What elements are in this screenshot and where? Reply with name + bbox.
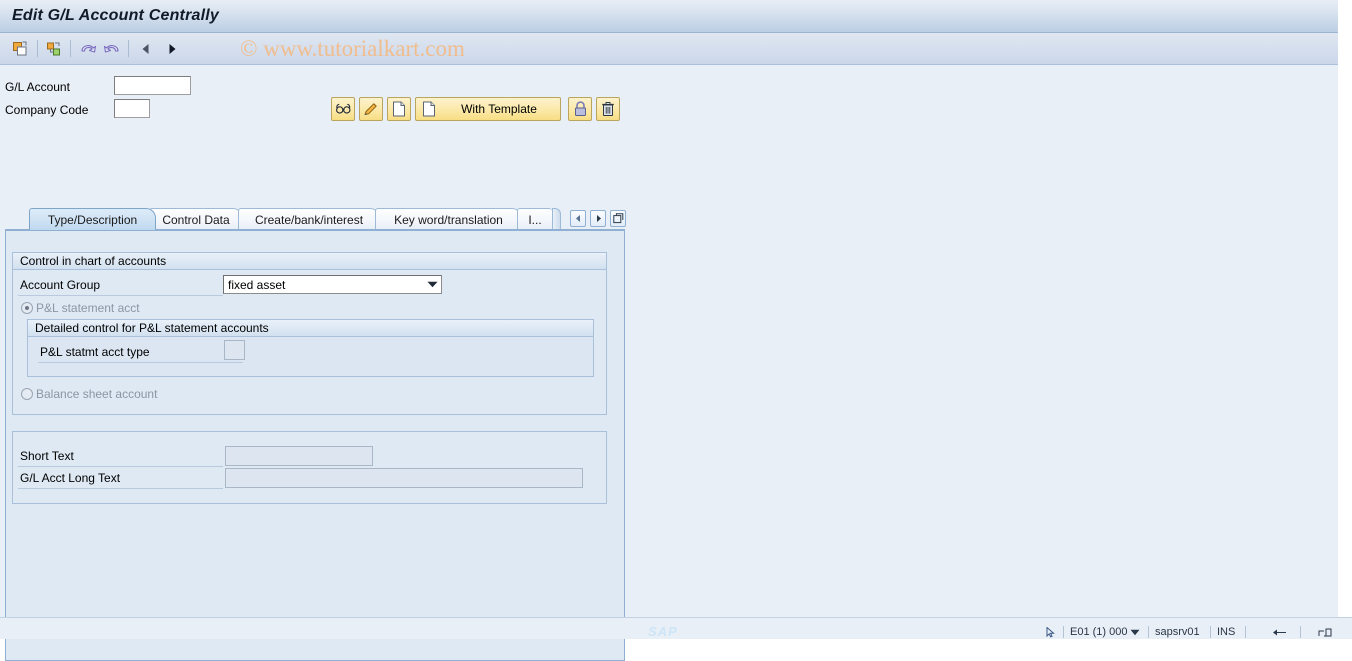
- tab-type-description[interactable]: Type/Description: [29, 208, 156, 230]
- account-group-label: Account Group: [20, 278, 101, 292]
- chevron-left-icon: [575, 215, 580, 222]
- status-bar: SAP E01 (1) 000 sapsrv01 INS: [0, 617, 1352, 639]
- company-code-label: Company Code: [5, 103, 89, 117]
- tab-label: Type/Description: [47, 212, 138, 227]
- group-title: Detailed control for P&L statement accou…: [28, 320, 593, 337]
- glasses-icon: [335, 103, 350, 114]
- create-button[interactable]: [387, 97, 411, 121]
- chevron-down-icon[interactable]: [424, 276, 441, 293]
- field-underline: [18, 295, 223, 296]
- gl-acct-long-text-input[interactable]: [225, 468, 583, 488]
- delete-button[interactable]: [596, 97, 620, 121]
- field-underline: [18, 466, 223, 467]
- toolbar-divider: [37, 40, 38, 57]
- tab-create-bank-interest[interactable]: Create/bank/interest: [238, 208, 380, 230]
- application-toolbar: [0, 33, 1338, 65]
- lock-icon: [574, 101, 586, 116]
- create-copy-icon[interactable]: [8, 37, 32, 61]
- tab-list-button[interactable]: [610, 210, 626, 227]
- field-underline: [38, 362, 243, 363]
- tab-control-data[interactable]: Control Data: [149, 208, 243, 230]
- tab-scroll-right-button[interactable]: [590, 210, 606, 227]
- pl-statmt-acct-type-input[interactable]: [224, 340, 245, 360]
- status-divider: [1300, 626, 1301, 638]
- page-title: Edit G/L Account Centrally: [12, 7, 220, 24]
- short-text-label: Short Text: [20, 449, 74, 463]
- status-resize-grip-icon[interactable]: [1318, 625, 1332, 639]
- watermark: © www.tutorialkart.com: [240, 36, 465, 61]
- detailed-control-group: Detailed control for P&L statement accou…: [27, 319, 594, 377]
- balance-sheet-account-label: Balance sheet account: [36, 387, 158, 401]
- status-system-dropdown-icon[interactable]: [1130, 625, 1140, 639]
- status-resize-left-icon[interactable]: [1272, 625, 1288, 639]
- forward-triangle-icon[interactable]: [160, 37, 184, 61]
- tab-label: Create/bank/interest: [254, 212, 364, 227]
- status-server: sapsrv01: [1155, 626, 1200, 638]
- gl-acct-long-text-label: G/L Acct Long Text: [20, 471, 121, 485]
- window-title-bar: Edit G/L Account Centrally: [0, 0, 1338, 33]
- status-divider: [1148, 626, 1149, 638]
- block-button[interactable]: [568, 97, 592, 121]
- description-group: Short Text G/L Acct Long Text: [12, 431, 607, 504]
- status-divider: [1210, 626, 1211, 638]
- account-group-dropdown[interactable]: fixed asset: [223, 275, 442, 294]
- control-in-chart-of-accounts-group: Control in chart of accounts Account Gro…: [12, 252, 607, 415]
- account-group-value: fixed asset: [228, 277, 286, 292]
- status-insert-mode[interactable]: INS: [1217, 625, 1235, 639]
- toolbar-divider: [70, 40, 71, 57]
- page-icon: [423, 101, 435, 117]
- tab-scroll-left-button[interactable]: [570, 210, 586, 227]
- pl-statement-acct-radio[interactable]: P&L statement acct: [21, 301, 140, 315]
- redo-icon[interactable]: [100, 37, 124, 61]
- display-button[interactable]: [331, 97, 355, 121]
- group-title: Control in chart of accounts: [13, 253, 606, 270]
- radio-indicator: [21, 388, 33, 400]
- tab-label: I...: [528, 212, 542, 227]
- undo-icon[interactable]: [76, 37, 100, 61]
- short-text-input[interactable]: [225, 446, 373, 466]
- with-template-button[interactable]: With Template: [415, 97, 561, 121]
- tab-overflow-indicator: [552, 208, 561, 230]
- status-divider: [1063, 626, 1064, 638]
- main-content-area: G/L Account Company Code With Template T…: [0, 65, 1338, 661]
- radio-indicator: [21, 302, 33, 314]
- gl-account-input[interactable]: [114, 76, 191, 95]
- field-underline: [18, 488, 223, 489]
- company-code-input[interactable]: [114, 99, 150, 118]
- page-icon: [393, 101, 405, 117]
- pl-statement-acct-label: P&L statement acct: [36, 301, 140, 315]
- tab-key-word-translation[interactable]: Key word/translation: [375, 208, 522, 230]
- list-icon: [612, 213, 623, 224]
- trash-icon: [602, 102, 614, 116]
- hierarchy-icon[interactable]: [42, 37, 66, 61]
- tab-label: Key word/translation: [394, 212, 503, 227]
- status-system[interactable]: E01 (1) 000: [1070, 625, 1127, 639]
- with-template-label: With Template: [461, 102, 537, 116]
- sap-logo: SAP: [648, 624, 678, 639]
- tab-label: Control Data: [162, 212, 230, 227]
- tabstrip: Type/Description Control Data Create/ban…: [10, 208, 626, 230]
- pl-statmt-acct-type-label: P&L statmt acct type: [40, 345, 150, 359]
- tab-information[interactable]: I...: [517, 208, 552, 230]
- change-button[interactable]: [359, 97, 383, 121]
- status-pointer-icon: [1046, 625, 1056, 639]
- balance-sheet-account-radio[interactable]: Balance sheet account: [21, 387, 157, 401]
- toolbar-divider: [128, 40, 129, 57]
- back-triangle-icon[interactable]: [134, 37, 158, 61]
- tab-content-panel: Control in chart of accounts Account Gro…: [5, 229, 625, 661]
- gl-account-label: G/L Account: [5, 80, 70, 94]
- pencil-icon: [364, 103, 377, 115]
- status-divider: [1245, 626, 1246, 638]
- chevron-right-icon: [596, 215, 601, 222]
